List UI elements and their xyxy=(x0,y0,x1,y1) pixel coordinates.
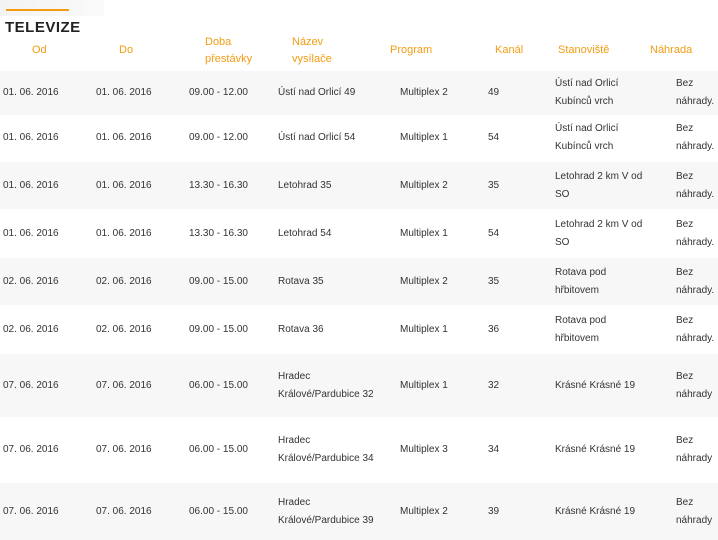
table-row: 01. 06. 2016 01. 06. 2016 09.00 - 12.00 Úst… xyxy=(0,71,718,115)
cell-kanal: 32 xyxy=(488,380,500,391)
cell-doba: 09.00 - 15.00 xyxy=(189,324,248,335)
cell-nahrada: Bez náhrady. xyxy=(676,315,715,344)
cell-program: Multiplex 1 xyxy=(400,228,448,239)
cell-stanoviste: Ústí nad Orlicí Kubínců vrch xyxy=(555,123,619,152)
cell-program: Multiplex 1 xyxy=(400,324,448,335)
cell-kanal: 35 xyxy=(488,180,500,191)
cell-nazev: Rotava 36 xyxy=(278,324,324,335)
cell-kanal: 54 xyxy=(488,132,500,143)
cell-nazev: Hradec Králové/Pardubice 39 xyxy=(278,497,374,526)
cell-do: 02. 06. 2016 xyxy=(96,276,152,287)
cell-nazev: Letohrad 35 xyxy=(278,180,332,191)
cell-doba: 13.30 - 16.30 xyxy=(189,180,248,191)
cell-stanoviste: Rotava pod hřbitovem xyxy=(555,315,607,344)
header-nahrada: Náhrada xyxy=(650,44,693,56)
cell-nazev: Hradec Králové/Pardubice 34 xyxy=(278,435,374,464)
cell-program: Multiplex 2 xyxy=(400,180,448,191)
cell-stanoviste: Letohrad 2 km V od SO xyxy=(555,219,643,248)
cell-nazev: Hradec Králové/Pardubice 32 xyxy=(278,371,374,400)
header-stanoviste: Stanoviště xyxy=(558,44,610,56)
cell-doba: 06.00 - 15.00 xyxy=(189,506,248,517)
table-row: 01. 06. 2016 01. 06. 2016 13.30 - 16.30 Let… xyxy=(0,210,718,257)
cell-do: 07. 06. 2016 xyxy=(96,444,152,455)
cell-od: 01. 06. 2016 xyxy=(3,87,59,98)
header-od: Od xyxy=(32,44,47,56)
cell-doba: 13.30 - 16.30 xyxy=(189,228,248,239)
header-program: Program xyxy=(390,44,433,56)
cell-kanal: 54 xyxy=(488,228,500,239)
cell-kanal: 49 xyxy=(488,87,500,98)
cell-do: 01. 06. 2016 xyxy=(96,180,152,191)
cell-kanal: 36 xyxy=(488,324,500,335)
table-row: 07. 06. 2016 07. 06. 2016 06.00 - 15.00 Hra… xyxy=(0,418,718,482)
cell-od: 02. 06. 2016 xyxy=(3,276,59,287)
table-row: 01. 06. 2016 01. 06. 2016 13.30 - 16.30 Let… xyxy=(0,162,718,209)
cell-kanal: 35 xyxy=(488,276,500,287)
cell-od: 01. 06. 2016 xyxy=(3,132,59,143)
header-decoration xyxy=(0,0,104,16)
table-row: 02. 06. 2016 02. 06. 2016 09.00 - 15.00 Rot… xyxy=(0,258,718,305)
cell-doba: 06.00 - 15.00 xyxy=(189,380,248,391)
cell-nahrada: Bez náhrady xyxy=(676,435,713,464)
table-row: 07. 06. 2016 07. 06. 2016 06.00 - 15.00 Hra… xyxy=(0,483,718,540)
cell-nahrada: Bez náhrady xyxy=(676,371,713,400)
cell-doba: 09.00 - 12.00 xyxy=(189,87,248,98)
cell-od: 07. 06. 2016 xyxy=(3,444,59,455)
cell-nahrada: Bez náhrady. xyxy=(676,123,715,152)
cell-od: 01. 06. 2016 xyxy=(3,228,59,239)
cell-stanoviste: Krásné Krásné 19 xyxy=(555,506,636,517)
cell-doba: 09.00 - 12.00 xyxy=(189,132,248,143)
table-row: 01. 06. 2016 01. 06. 2016 09.00 - 12.00 Úst… xyxy=(0,116,718,160)
cell-stanoviste: Rotava pod hřbitovem xyxy=(555,267,607,296)
cell-do: 01. 06. 2016 xyxy=(96,228,152,239)
cell-od: 07. 06. 2016 xyxy=(3,506,59,517)
cell-stanoviste: Krásné Krásné 19 xyxy=(555,380,636,391)
cell-do: 07. 06. 2016 xyxy=(96,506,152,517)
table-row: 02. 06. 2016 02. 06. 2016 09.00 - 15.00 Rot… xyxy=(0,306,718,353)
cell-nazev: Ústí nad Orlicí 54 xyxy=(278,132,356,143)
cell-stanoviste: Krásné Krásné 19 xyxy=(555,444,636,455)
cell-program: Multiplex 3 xyxy=(400,444,448,455)
cell-nahrada: Bez náhrady. xyxy=(676,171,715,200)
cell-do: 02. 06. 2016 xyxy=(96,324,152,335)
cell-doba: 06.00 - 15.00 xyxy=(189,444,248,455)
cell-do: 01. 06. 2016 xyxy=(96,87,152,98)
header-doba: Doba přestávky xyxy=(205,36,253,65)
cell-od: 07. 06. 2016 xyxy=(3,380,59,391)
table-header: Od Do Doba přestávky Název vysílače Prog… xyxy=(0,34,718,68)
title-accent-line xyxy=(6,9,69,11)
cell-kanal: 39 xyxy=(488,506,500,517)
cell-nahrada: Bez náhrady. xyxy=(676,78,715,107)
cell-od: 02. 06. 2016 xyxy=(3,324,59,335)
table-row: 07. 06. 2016 07. 06. 2016 06.00 - 15.00 Hra… xyxy=(0,354,718,417)
cell-nahrada: Bez náhrady. xyxy=(676,267,715,296)
cell-kanal: 34 xyxy=(488,444,500,455)
cell-program: Multiplex 2 xyxy=(400,276,448,287)
header-do: Do xyxy=(119,44,134,56)
header-kanal: Kanál xyxy=(495,44,524,56)
cell-doba: 09.00 - 15.00 xyxy=(189,276,248,287)
cell-nahrada: Bez náhrady. xyxy=(676,219,715,248)
cell-od: 01. 06. 2016 xyxy=(3,180,59,191)
cell-do: 01. 06. 2016 xyxy=(96,132,152,143)
cell-program: Multiplex 2 xyxy=(400,87,448,98)
cell-stanoviste: Letohrad 2 km V od SO xyxy=(555,171,643,200)
header-nazev: Název vysílače xyxy=(292,36,332,65)
cell-nazev: Rotava 35 xyxy=(278,276,324,287)
cell-program: Multiplex 1 xyxy=(400,132,448,143)
cell-do: 07. 06. 2016 xyxy=(96,380,152,391)
cell-program: Multiplex 1 xyxy=(400,380,448,391)
cell-stanoviste: Ústí nad Orlicí Kubínců vrch xyxy=(555,78,619,107)
cell-nazev: Letohrad 54 xyxy=(278,228,332,239)
cell-nazev: Ústí nad Orlicí 49 xyxy=(278,87,356,98)
cell-nahrada: Bez náhrady xyxy=(676,497,713,526)
cell-program: Multiplex 2 xyxy=(400,506,448,517)
